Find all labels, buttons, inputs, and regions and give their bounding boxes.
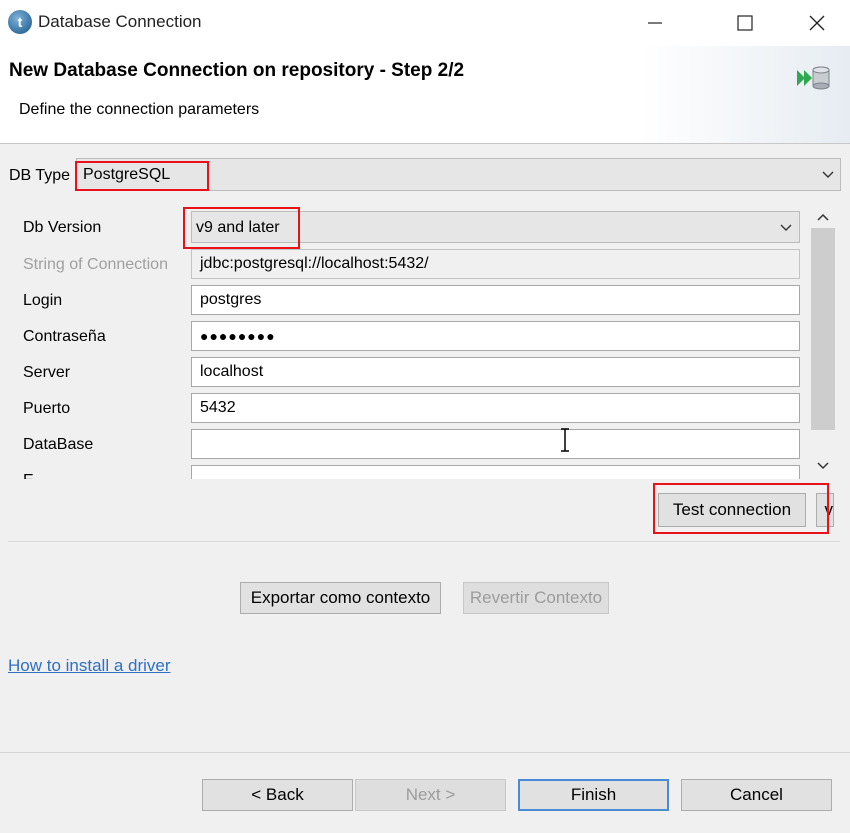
port-field[interactable]: 5432 [191,393,800,423]
export-context-button[interactable]: Exportar como contexto [240,582,441,614]
page-subtitle: Define the connection parameters [19,101,260,118]
text-cursor-icon [561,428,569,452]
test-connection-button[interactable]: Test connection [658,493,806,527]
window-title: Database Connection [38,12,202,31]
db-type-value: PostgreSQL [83,166,171,183]
connection-string-label: String of Connection [23,256,168,273]
chevron-down-icon [780,224,792,231]
chevron-down-icon [817,462,829,470]
talend-app-icon: t [8,10,32,34]
header-gradient [640,46,850,143]
close-button[interactable] [794,6,840,40]
overflow-button[interactable]: v [816,493,834,527]
chevron-up-icon [817,213,829,221]
db-version-select[interactable]: v9 and later [191,211,800,243]
maximize-icon [737,15,753,31]
next-field-label: E [23,472,34,479]
login-label: Login [23,292,63,309]
section-divider [8,541,840,542]
db-version-value: v9 and later [196,219,280,236]
overflow-label: v [824,500,834,519]
install-driver-link[interactable]: How to install a driver [8,656,171,676]
port-label: Puerto [23,400,71,417]
finish-button[interactable]: Finish [518,779,669,811]
db-type-label: DB Type [9,167,71,184]
minimize-icon [648,22,662,24]
back-button[interactable]: < Back [202,779,353,811]
close-icon [809,15,825,31]
database-wizard-icon [797,66,830,90]
server-label: Server [23,364,71,381]
revert-context-button[interactable]: Revertir Contexto [463,582,609,614]
footer-divider [0,752,850,753]
db-type-select[interactable]: PostgreSQL [76,158,841,191]
database-label: DataBase [23,436,94,453]
minimize-button[interactable] [632,6,678,40]
connection-string-field[interactable]: jdbc:postgresql://localhost:5432/ [191,249,800,279]
next-button[interactable]: Next > [355,779,506,811]
next-field[interactable] [191,465,800,479]
password-label: Contraseña [23,328,106,345]
login-field[interactable]: postgres [191,285,800,315]
scroll-up-button[interactable] [811,206,835,228]
scroll-down-button[interactable] [811,455,835,477]
connection-form: Db Version v9 and later String of Connec… [0,200,850,479]
database-field[interactable] [191,429,800,459]
db-version-label: Db Version [23,219,102,236]
maximize-button[interactable] [722,6,768,40]
scrollbar-thumb[interactable] [811,228,835,430]
chevron-down-icon [822,171,834,178]
cancel-button[interactable]: Cancel [681,779,832,811]
server-field[interactable]: localhost [191,357,800,387]
page-title: New Database Connection on repository - … [9,60,465,81]
wizard-header: New Database Connection on repository - … [0,46,850,144]
password-field[interactable]: ●●●●●●●● [191,321,800,351]
